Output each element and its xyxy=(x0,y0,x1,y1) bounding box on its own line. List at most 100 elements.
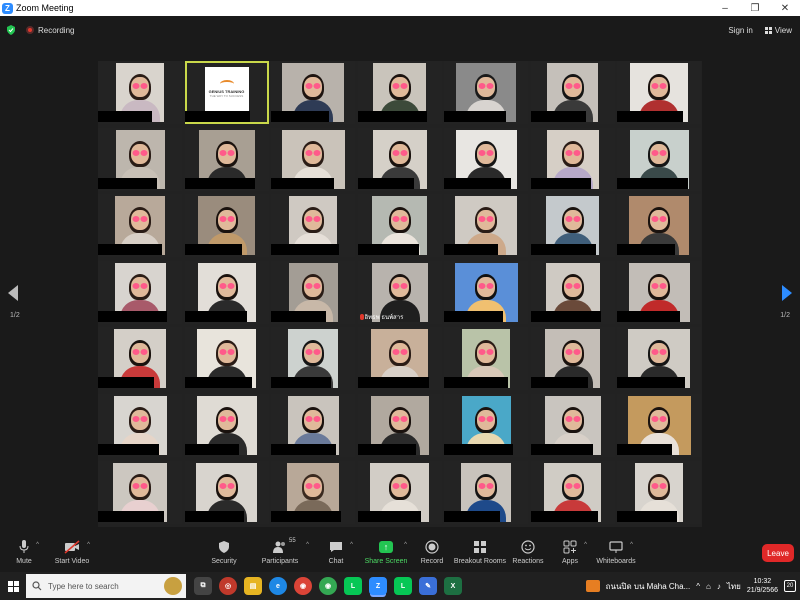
file-explorer-icon[interactable]: ▤ xyxy=(244,577,262,595)
participant-video-tile[interactable] xyxy=(184,327,269,391)
participant-video-tile[interactable] xyxy=(530,327,615,391)
chrome-profile-icon[interactable]: ◉ xyxy=(319,577,337,595)
chat-options-caret-icon[interactable]: ^ xyxy=(350,542,353,548)
participant-video-tile[interactable] xyxy=(184,260,269,324)
participant-video-tile[interactable] xyxy=(98,260,182,324)
participant-video-tile[interactable] xyxy=(271,460,355,524)
participant-video-tile[interactable] xyxy=(617,127,701,191)
participant-video-tile[interactable] xyxy=(530,194,615,258)
taskbar-clock[interactable]: 10:32 21/9/2566 xyxy=(747,577,778,595)
line-app-icon[interactable]: L xyxy=(344,577,362,595)
participant-video-tile[interactable] xyxy=(98,327,182,391)
participant-video-tile[interactable]: GENIUS TRAINING THE WAY TO SUCCESS xyxy=(184,61,269,124)
chrome-browser-icon[interactable]: ◉ xyxy=(294,577,312,595)
participant-video-tile[interactable] xyxy=(444,260,528,324)
participant-video-tile[interactable] xyxy=(530,260,615,324)
notification-center-icon[interactable]: 20 xyxy=(784,580,796,592)
participant-video-tile[interactable]: อิทธพ ธนพ์สาร xyxy=(357,260,442,324)
participants-button[interactable]: 55 ^ Participants xyxy=(250,538,310,565)
participant-video-tile[interactable] xyxy=(357,194,442,258)
whiteboards-button[interactable]: ^ Whiteboards xyxy=(586,538,646,565)
participant-video-tile[interactable] xyxy=(98,460,182,524)
participant-video-tile[interactable] xyxy=(617,194,701,258)
redacted-name-bar xyxy=(98,377,154,389)
participant-video-tile[interactable] xyxy=(184,460,269,524)
participant-video-tile[interactable] xyxy=(530,127,615,191)
participant-video-tile[interactable] xyxy=(357,327,442,391)
participant-video-tile[interactable] xyxy=(98,61,182,124)
participant-video-tile[interactable] xyxy=(271,194,355,258)
participant-video-tile[interactable] xyxy=(617,460,701,524)
participant-video-tile[interactable] xyxy=(271,260,355,324)
participant-video-tile[interactable] xyxy=(271,61,355,124)
participant-video-tile[interactable] xyxy=(444,394,528,457)
participant-video-tile[interactable] xyxy=(617,394,701,457)
close-button[interactable]: ✕ xyxy=(770,0,800,16)
language-indicator[interactable]: ไทย xyxy=(727,580,741,593)
participant-video-tile[interactable] xyxy=(444,61,528,124)
participant-video-tile[interactable] xyxy=(357,61,442,124)
notes-app-icon[interactable]: ✎ xyxy=(419,577,437,595)
participant-video-tile[interactable] xyxy=(98,394,182,457)
participant-video-tile[interactable] xyxy=(184,394,269,457)
participant-video-tile[interactable] xyxy=(617,61,701,124)
start-button[interactable] xyxy=(0,572,26,600)
whiteboards-options-caret-icon[interactable]: ^ xyxy=(630,542,633,548)
participant-video-tile[interactable] xyxy=(530,460,615,524)
sign-in-button[interactable]: Sign in xyxy=(728,26,752,35)
leave-button[interactable]: Leave xyxy=(762,544,794,562)
apps-icon xyxy=(563,540,577,554)
heart-eyes-sticker-icon xyxy=(392,149,407,156)
redacted-name-bar xyxy=(617,310,680,322)
task-view-icon[interactable]: ⧉ xyxy=(194,577,212,595)
start-video-button[interactable]: ^ Start Video xyxy=(42,538,102,565)
participant-video-tile[interactable] xyxy=(184,127,269,191)
excel-app-icon[interactable]: X xyxy=(444,577,462,595)
next-page-arrow-icon[interactable] xyxy=(782,285,792,301)
participant-video-tile[interactable] xyxy=(357,460,442,524)
news-ticker[interactable]: ถนนปิด บน Maha Cha... xyxy=(606,580,691,593)
participant-video-tile[interactable] xyxy=(444,460,528,524)
volume-icon[interactable]: ♪ xyxy=(717,582,721,591)
redacted-name-bar xyxy=(530,244,596,256)
participant-video-tile[interactable] xyxy=(444,327,528,391)
participant-video-tile[interactable] xyxy=(357,127,442,191)
mute-options-caret-icon[interactable]: ^ xyxy=(36,542,39,548)
recording-indicator[interactable]: Recording xyxy=(26,26,74,35)
redacted-name-bar xyxy=(530,177,591,189)
tray-expand-icon[interactable]: ^ xyxy=(696,582,700,591)
participant-video-tile[interactable] xyxy=(617,327,701,391)
heart-eyes-sticker-icon xyxy=(651,416,667,422)
participant-video-tile[interactable] xyxy=(530,61,615,124)
previous-page-arrow-icon[interactable] xyxy=(8,285,18,301)
zoom-app-icon[interactable]: Z xyxy=(369,577,387,595)
traffic-alert-icon[interactable] xyxy=(585,580,600,592)
heart-eyes-sticker-icon xyxy=(219,282,234,289)
view-button[interactable]: View xyxy=(764,26,792,35)
participant-video-tile[interactable] xyxy=(444,127,528,191)
participant-video-tile[interactable] xyxy=(530,394,615,457)
heart-eyes-sticker-icon xyxy=(565,349,580,356)
line-app-second-icon[interactable]: L xyxy=(394,577,412,595)
participant-video-tile[interactable] xyxy=(271,394,355,457)
participant-video-tile[interactable] xyxy=(617,260,701,324)
taskbar-search-box[interactable]: Type here to search xyxy=(26,574,186,598)
video-options-caret-icon[interactable]: ^ xyxy=(87,542,90,548)
participant-video-tile[interactable] xyxy=(271,127,355,191)
clock-date: 21/9/2566 xyxy=(746,587,778,594)
participant-video-tile[interactable] xyxy=(98,127,182,191)
participant-video-tile[interactable] xyxy=(444,194,528,258)
participant-video-tile[interactable] xyxy=(357,394,442,457)
network-icon[interactable]: ⌂ xyxy=(706,582,711,591)
edge-browser-icon[interactable]: e xyxy=(269,577,287,595)
participant-video-tile[interactable] xyxy=(271,327,355,391)
restore-button[interactable]: ❐ xyxy=(740,0,770,16)
heart-eyes-sticker-icon xyxy=(219,482,234,489)
participant-video-tile[interactable] xyxy=(184,194,269,258)
security-shield-icon[interactable] xyxy=(6,25,16,35)
heart-eyes-sticker-icon xyxy=(219,416,234,422)
minimize-button[interactable]: – xyxy=(710,0,740,16)
security-button[interactable]: Security xyxy=(194,538,254,565)
participant-video-tile[interactable] xyxy=(98,194,182,258)
app-circle-icon[interactable]: ◎ xyxy=(219,577,237,595)
